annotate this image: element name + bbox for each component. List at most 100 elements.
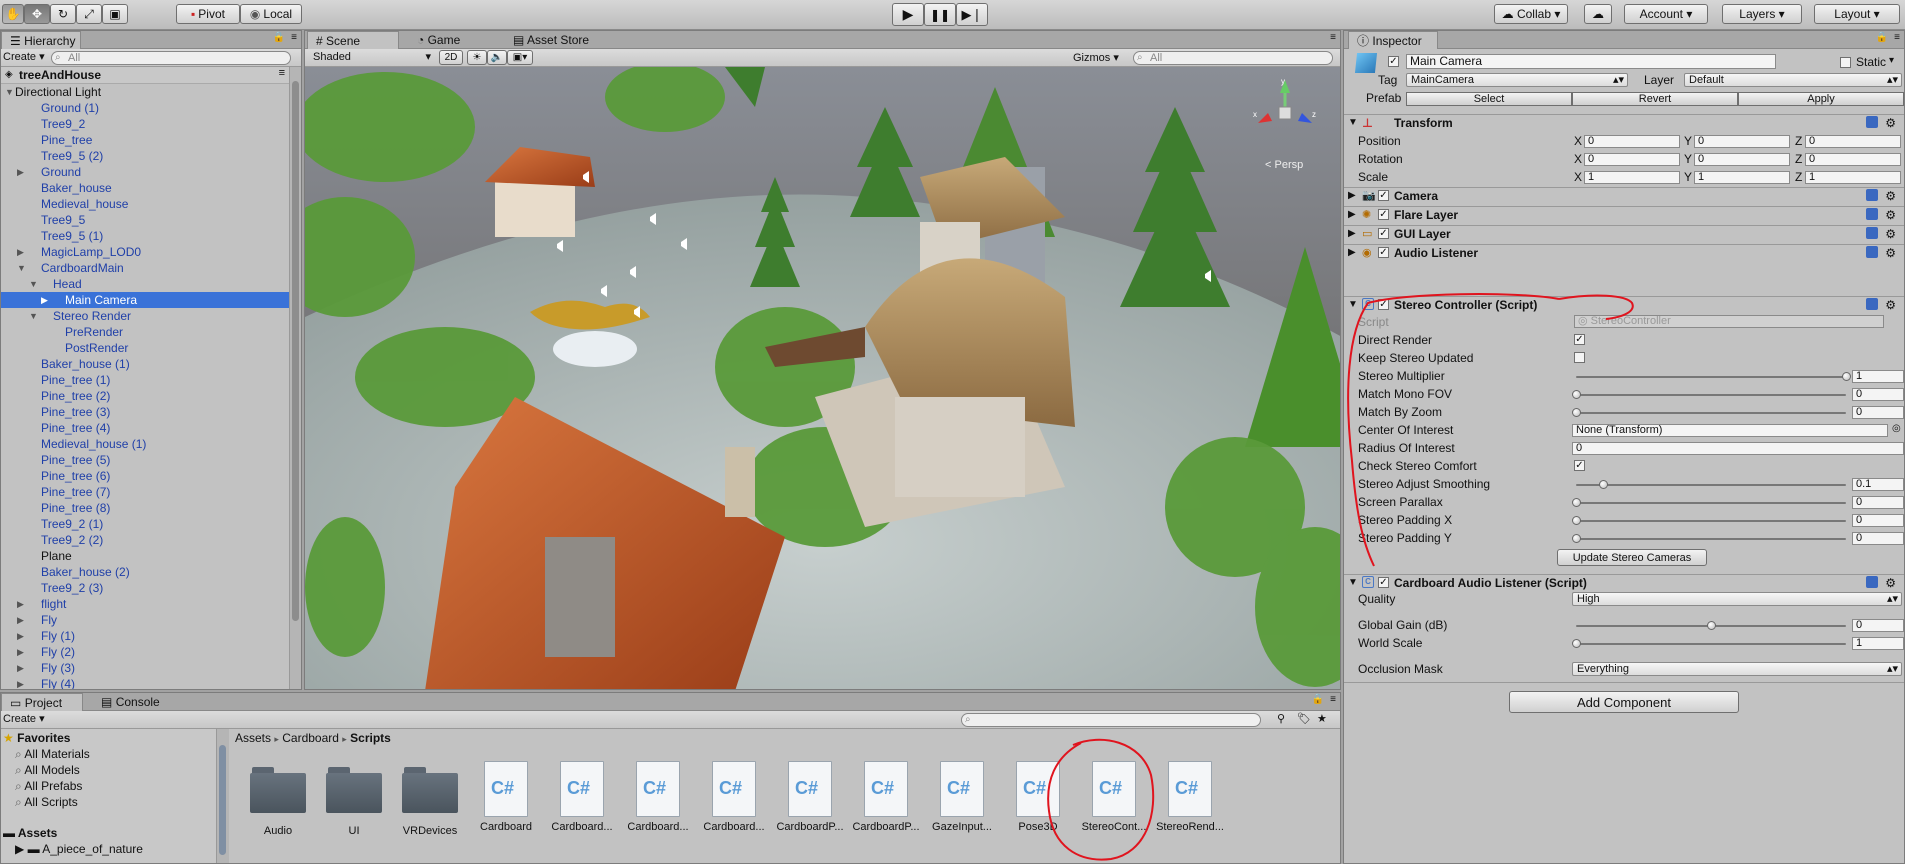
favorite-star-icon[interactable]: ★ [1317,712,1327,725]
settings-gear-icon[interactable]: ⚙ [1885,297,1896,313]
prefab-apply-button[interactable]: Apply [1738,92,1904,106]
settings-gear-icon[interactable]: ⚙ [1885,188,1896,204]
foldout-open-icon[interactable]: ▼ [29,276,38,292]
smoothing-slider-thumb[interactable] [1599,480,1608,489]
panel-menu-icon[interactable]: ≡ [291,32,297,43]
transform-z-input[interactable]: 1 [1805,171,1901,184]
help-icon[interactable] [1866,298,1878,310]
2d-toggle[interactable]: 2D [439,50,463,65]
layers-dropdown[interactable]: Layers ▾ [1722,4,1802,24]
project-tree-scroll-thumb[interactable] [219,745,226,855]
foldout-closed-icon[interactable]: ▶ [17,628,24,644]
active-checkbox[interactable]: ✓ [1388,56,1399,67]
pause-button[interactable]: ❚❚ [924,3,956,26]
tab-inspector[interactable]: ⓘ Inspector [1348,31,1438,49]
favorite-item[interactable]: ⌕ All Scripts [15,794,78,810]
comfort-checkbox[interactable]: ✓ [1574,460,1585,471]
foldout-closed-icon[interactable]: ▶ [17,164,24,180]
script-item[interactable]: C# StereoRend... [1155,761,1225,833]
help-icon[interactable] [1866,189,1878,201]
hierarchy-item[interactable]: Pine_tree (2) [1,388,289,404]
smoothing-slider[interactable] [1576,484,1846,486]
mono-fov-slider[interactable] [1576,394,1846,396]
script-item[interactable]: C# CardboardP... [775,761,845,833]
hierarchy-item[interactable]: ▼ CardboardMain [1,260,289,276]
audio-toggle-icon[interactable]: 🔈 [487,50,507,65]
hierarchy-item[interactable]: Medieval_house [1,196,289,212]
hierarchy-item[interactable]: Pine_tree (4) [1,420,289,436]
object-picker-icon[interactable]: ◎ [1892,423,1901,434]
rotate-tool-icon[interactable]: ↻ [50,4,76,24]
hierarchy-item[interactable]: Pine_tree (6) [1,468,289,484]
zoom-input[interactable]: 0 [1852,406,1904,419]
foldout-closed-icon[interactable]: ▶ [17,676,24,689]
gizmos-dropdown[interactable]: Gizmos ▾ [1073,51,1119,64]
transform-x-input[interactable]: 0 [1584,153,1680,166]
padding-y-input[interactable]: 0 [1852,532,1904,545]
component-enabled-checkbox[interactable]: ✓ [1378,247,1389,258]
hierarchy-item[interactable]: Pine_tree (1) [1,372,289,388]
transform-x-input[interactable]: 1 [1584,171,1680,184]
create-dropdown[interactable]: Create ▾ [3,50,45,63]
hierarchy-item[interactable]: Tree9_2 (1) [1,516,289,532]
update-stereo-cameras-button[interactable]: Update Stereo Cameras [1557,549,1707,566]
static-dropdown-icon[interactable]: ▾ [1889,55,1894,66]
shading-mode-dropdown[interactable]: Shaded ▾ [309,51,433,65]
smoothing-input[interactable]: 0.1 [1852,478,1904,491]
transform-header[interactable]: ▼ ⊥ Transform ⚙ [1344,114,1904,131]
hierarchy-item[interactable]: Ground (1) [1,100,289,116]
hierarchy-item[interactable]: ▼ Directional Light [1,84,289,100]
hierarchy-item[interactable]: Baker_house [1,180,289,196]
scene-search-input[interactable]: ⌕ All [1133,51,1333,65]
hierarchy-item[interactable]: Tree9_5 (2) [1,148,289,164]
foldout-closed-icon[interactable]: ▶ [17,596,24,612]
hierarchy-item[interactable]: PostRender [1,340,289,356]
hierarchy-item[interactable]: ▼ Stereo Render [1,308,289,324]
breadcrumb-scripts[interactable]: Scripts [350,731,391,745]
hierarchy-item[interactable]: Tree9_5 [1,212,289,228]
favorite-item[interactable]: ⌕ All Models [15,762,80,778]
world-scale-input[interactable]: 1 [1852,637,1904,650]
foldout-closed-icon[interactable]: ▶ [17,660,24,676]
hierarchy-item[interactable]: ▶ flight [1,596,289,612]
multiplier-slider-thumb[interactable] [1842,372,1851,381]
transform-z-input[interactable]: 0 [1805,135,1901,148]
lock-icon[interactable]: 🔒 [1312,694,1324,705]
tab-game[interactable]: ◔ Game [409,31,491,49]
orientation-gizmo[interactable]: y x z [1250,75,1320,145]
tab-console[interactable]: ▤ Console [93,693,173,711]
pivot-toggle[interactable]: ▪ Pivot [176,4,240,24]
multiplier-input[interactable]: 1 [1852,370,1904,383]
hierarchy-scroll-thumb[interactable] [292,81,299,621]
lock-icon[interactable]: 🔒 [1876,32,1888,43]
panel-menu-icon[interactable]: ≡ [1894,32,1900,43]
assets-header[interactable]: ▬ Assets [3,825,57,841]
help-icon[interactable] [1866,576,1878,588]
mono-fov-input[interactable]: 0 [1852,388,1904,401]
favorite-item[interactable]: ⌕ All Materials [15,746,90,762]
folder-item[interactable]: VRDevices [395,761,465,837]
add-component-button[interactable]: Add Component [1509,691,1739,713]
zoom-slider[interactable] [1576,412,1846,414]
hierarchy-item[interactable]: ▶ Fly (4) [1,676,289,689]
component-enabled-checkbox[interactable]: ✓ [1378,190,1389,201]
transform-z-input[interactable]: 0 [1805,153,1901,166]
tag-dropdown[interactable]: MainCamera ▴▾ [1406,73,1628,87]
hierarchy-item[interactable]: Pine_tree (7) [1,484,289,500]
folder-item[interactable]: Audio [243,761,313,837]
world-scale-slider-thumb[interactable] [1572,639,1581,648]
prefab-select-button[interactable]: Select [1406,92,1572,106]
hierarchy-item[interactable]: ▶ Fly (1) [1,628,289,644]
script-item[interactable]: C# Cardboard... [547,761,617,833]
world-scale-slider[interactable] [1576,643,1846,645]
hierarchy-scrollbar[interactable] [289,67,301,689]
help-icon[interactable] [1866,116,1878,128]
hierarchy-item[interactable]: Tree9_2 (2) [1,532,289,548]
component-enabled-checkbox[interactable]: ✓ [1378,228,1389,239]
component-header[interactable]: ▶ ✺ ✓ Flare Layer ⚙ [1344,206,1904,223]
local-toggle[interactable]: ◉ Local [240,4,302,24]
padding-x-slider[interactable] [1576,520,1846,522]
foldout-closed-icon[interactable]: ▶ [41,292,48,308]
foldout-open-icon[interactable]: ▼ [5,84,14,100]
hierarchy-item[interactable]: Pine_tree (3) [1,404,289,420]
